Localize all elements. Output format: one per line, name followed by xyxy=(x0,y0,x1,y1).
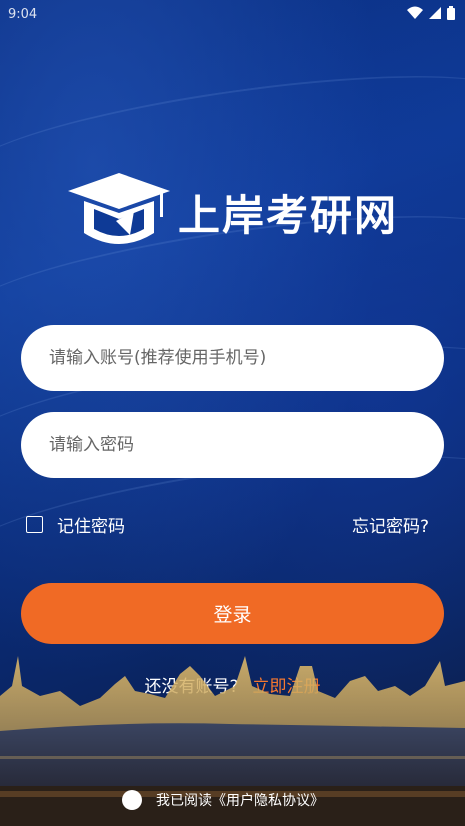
signal-icon xyxy=(429,7,441,23)
agree-radio[interactable] xyxy=(122,790,142,810)
graduation-cap-logo-icon xyxy=(64,163,174,257)
remember-label: 记住密码 xyxy=(57,517,125,537)
privacy-agreement[interactable]: 我已阅读《用户隐私协议》 xyxy=(122,790,324,810)
brand-logo: 上岸考研网 xyxy=(64,165,404,255)
forgot-password-link[interactable]: 忘记密码? xyxy=(352,512,429,537)
remember-checkbox[interactable] xyxy=(26,516,43,533)
agreement-text[interactable]: 我已阅读《用户隐私协议》 xyxy=(156,790,324,810)
password-field[interactable] xyxy=(21,412,444,478)
account-input[interactable] xyxy=(47,347,418,369)
status-bar: 9:04 xyxy=(0,0,465,30)
wifi-icon xyxy=(407,6,423,24)
login-button[interactable]: 登录 xyxy=(21,583,444,644)
account-field[interactable] xyxy=(21,325,444,391)
password-input[interactable] xyxy=(47,434,418,456)
remember-password[interactable]: 记住密码 xyxy=(26,512,125,537)
battery-icon xyxy=(447,6,455,24)
status-time: 9:04 xyxy=(8,7,38,22)
brand-name: 上岸考研网 xyxy=(178,190,399,240)
